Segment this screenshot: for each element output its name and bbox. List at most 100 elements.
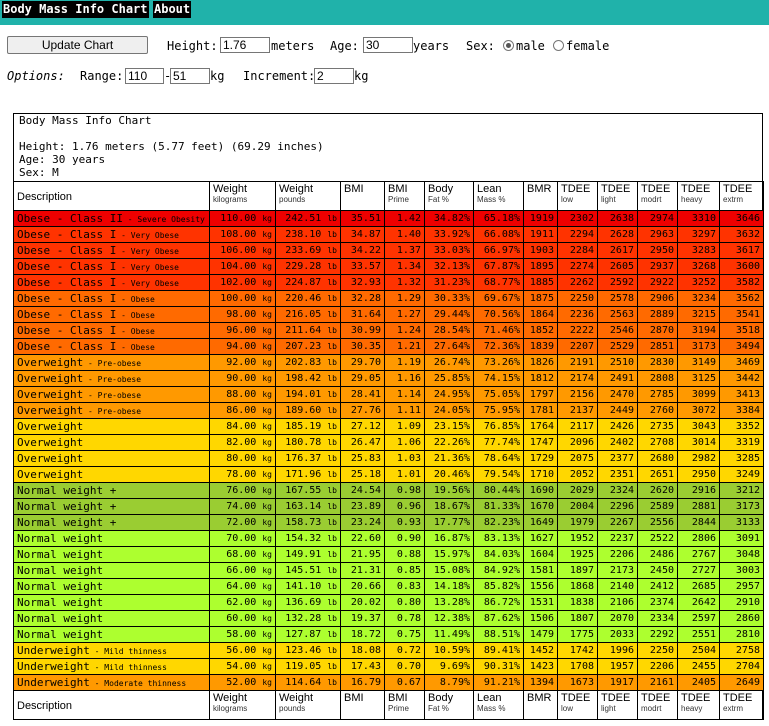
column-label: BMI [344, 692, 364, 704]
category-text: Overweight [17, 355, 84, 369]
bmr-cell: 1581 [523, 562, 558, 579]
update-chart-button[interactable]: Update Chart [7, 36, 148, 54]
weight-kg-cell: 58.00 kg [209, 626, 276, 643]
description-cell: Underweight - Mild thinness [13, 658, 210, 675]
column-label: Weight [213, 692, 248, 704]
age-input[interactable] [363, 37, 413, 53]
female-label[interactable]: female [566, 38, 609, 54]
lb-unit: lb [327, 438, 337, 447]
weight-lb-cell: 189.60 lb [275, 402, 341, 419]
body-fat-cell: 25.85% [424, 370, 474, 387]
header-col-3: BMI [340, 181, 385, 211]
top-nav-bar: Body Mass Info Chart About [0, 0, 769, 25]
lb-unit: lb [327, 246, 337, 255]
category-text: Obese - Class I [17, 227, 117, 241]
range-to-input[interactable] [170, 68, 210, 84]
weight-lb-cell: 123.46 lb [275, 642, 341, 659]
tdee-light-cell: 2470 [597, 386, 638, 403]
body-fat-cell: 24.05% [424, 402, 474, 419]
female-radio[interactable] [553, 40, 564, 51]
lb-unit: lb [327, 358, 337, 367]
kg-unit: kg [262, 630, 272, 639]
lean-mass-cell: 88.51% [473, 626, 524, 643]
classification-text: - Obese [116, 326, 155, 336]
tdee-light-cell: 2628 [597, 226, 638, 243]
increment-input[interactable] [314, 68, 354, 84]
bmi-prime-cell: 1.06 [384, 434, 425, 451]
tdee-heavy-cell: 2881 [677, 498, 720, 515]
kg-unit: kg [262, 422, 272, 431]
weight-lb-value: 114.64 [285, 677, 322, 688]
height-input[interactable] [220, 37, 270, 53]
weight-kg-cell: 68.00 kg [209, 546, 276, 563]
range-from-input[interactable] [125, 68, 164, 84]
weight-lb-value: 136.69 [285, 597, 322, 608]
tdee-low-cell: 2274 [557, 258, 598, 275]
weight-lb-value: 224.87 [285, 277, 322, 288]
description-cell: Obese - Class I - Very Obese [13, 242, 210, 259]
column-label: Lean [477, 183, 502, 195]
footer-col-1: Weight kilograms [209, 690, 276, 720]
footer-col-0: Description [13, 690, 210, 720]
tdee-heavy-cell: 2504 [677, 642, 720, 659]
tdee-extrm-cell: 3352 [719, 418, 764, 435]
bmi-prime-cell: 0.67 [384, 674, 425, 691]
weight-lb-value: 167.55 [285, 485, 322, 496]
bmi-prime-cell: 0.75 [384, 626, 425, 643]
column-sublabel: modrt [641, 704, 662, 713]
chart-title: Body Mass Info Chart [19, 114, 152, 127]
header-col-0: Description [13, 181, 210, 211]
weight-lb-cell: 163.14 lb [275, 498, 341, 515]
category-text: Normal weight [17, 532, 104, 545]
weight-lb-cell: 202.83 lb [275, 354, 341, 371]
tdee-low-cell: 2284 [557, 242, 598, 259]
weight-lb-value: 216.05 [285, 309, 322, 320]
classification-text: - Pre-obese [83, 390, 142, 400]
nav-about[interactable]: About [153, 1, 192, 18]
lean-mass-cell: 89.41% [473, 642, 524, 659]
description-cell: Overweight - Pre-obese [13, 386, 210, 403]
table-row: Underweight - Moderate thinness 52.00 kg 1… [13, 674, 764, 691]
body-fat-cell: 16.87% [424, 530, 474, 547]
column-sublabel: low [561, 195, 574, 204]
bmi-cell: 20.02 [340, 594, 385, 611]
lb-unit: lb [327, 518, 337, 527]
body-fat-cell: 33.03% [424, 242, 474, 259]
bmi-cell: 27.12 [340, 418, 385, 435]
column-sublabel: modrt [641, 195, 662, 204]
weight-kg-value: 68.00 [226, 549, 257, 560]
classification-text: - Mild thinness [89, 646, 167, 656]
height-label: Height: [167, 39, 218, 53]
lb-unit: lb [327, 502, 337, 511]
male-radio[interactable] [503, 40, 514, 51]
column-sublabel: heavy [681, 195, 703, 204]
category-text: Normal weight [17, 548, 104, 561]
tdee-light-cell: 2546 [597, 322, 638, 339]
weight-lb-value: 119.05 [285, 661, 322, 672]
column-label: Description [17, 699, 73, 712]
tdee-modrt-cell: 2808 [637, 370, 678, 387]
tdee-light-cell: 2563 [597, 306, 638, 323]
tdee-heavy-cell: 2982 [677, 450, 720, 467]
description-cell: Overweight [13, 434, 210, 451]
table-row: Normal weight +76.00 kg 167.55 lb 24.54 0.9… [13, 482, 764, 499]
bmi-cell: 25.83 [340, 450, 385, 467]
tdee-low-cell: 1979 [557, 514, 598, 531]
nav-body-mass-info-chart[interactable]: Body Mass Info Chart [2, 1, 149, 18]
column-label: TDEE [641, 692, 671, 704]
weight-lb-value: 207.23 [285, 341, 322, 352]
bmi-prime-cell: 1.21 [384, 338, 425, 355]
weight-kg-value: 94.00 [226, 341, 257, 352]
description-cell: Normal weight + [13, 498, 210, 515]
description-cell: Overweight - Pre-obese [13, 402, 210, 419]
lean-mass-cell: 72.36% [473, 338, 524, 355]
bmi-cell: 16.79 [340, 674, 385, 691]
weight-kg-cell: 82.00 kg [209, 434, 276, 451]
weight-lb-cell: 211.64 lb [275, 322, 341, 339]
male-label[interactable]: male [516, 38, 545, 54]
kg-unit: kg [262, 502, 272, 511]
bmi-prime-cell: 0.90 [384, 530, 425, 547]
tdee-extrm-cell: 3617 [719, 242, 764, 259]
bmr-cell: 1797 [523, 386, 558, 403]
tdee-heavy-cell: 3268 [677, 258, 720, 275]
